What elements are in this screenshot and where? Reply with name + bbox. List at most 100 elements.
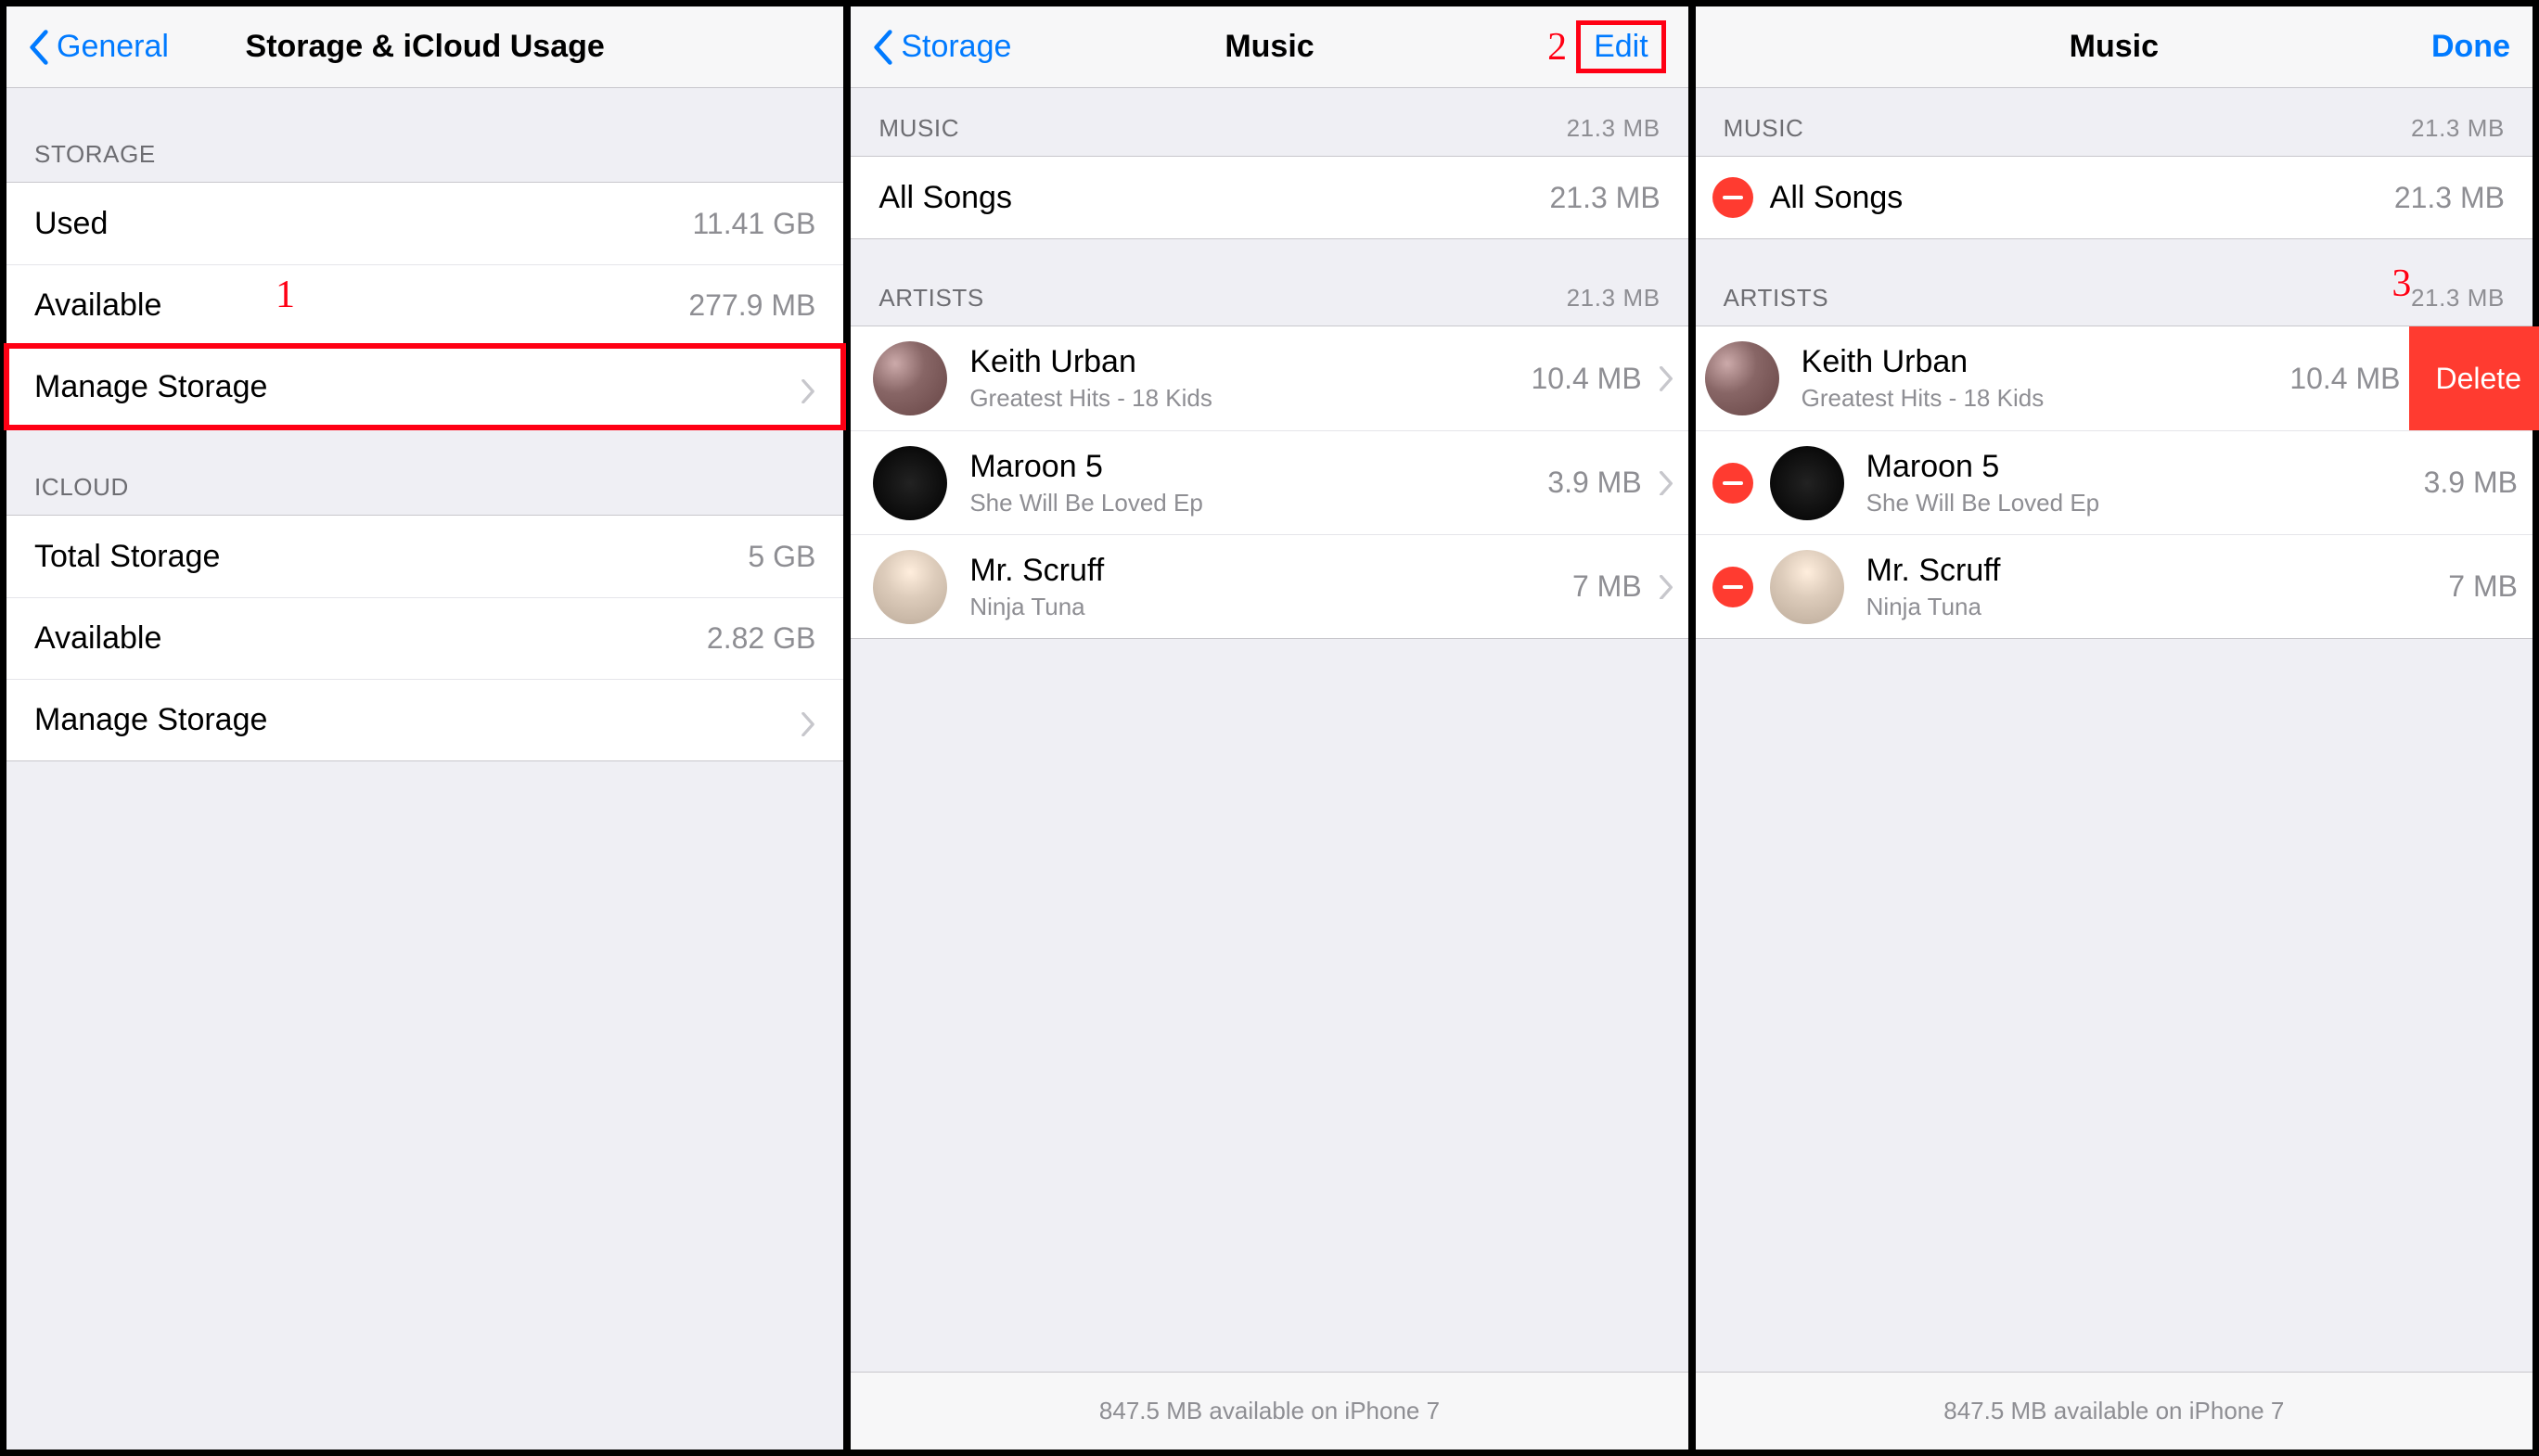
section-header-music: MUSIC 21.3 MB <box>1696 88 2533 156</box>
artist-album: Greatest Hits - 18 Kids <box>1802 384 2290 413</box>
artist-row[interactable]: Maroon 5 She Will Be Loved Ep 3.9 MB <box>851 430 1687 534</box>
artist-row[interactable]: Mr. Scruff Ninja Tuna 7 MB <box>851 534 1687 638</box>
row-manage-storage[interactable]: Manage Storage <box>6 346 843 428</box>
footer-storage-available: 847.5 MB available on iPhone 7 <box>851 1372 1687 1450</box>
annotation-1: 1 <box>276 273 295 317</box>
artist-size: 10.4 MB <box>2289 362 2400 396</box>
group-all-songs: All Songs 21.3 MB <box>851 156 1687 239</box>
chevron-right-icon <box>1659 366 1673 390</box>
annotation-2: 2 <box>1547 25 1567 70</box>
artist-text: Mr. Scruff Ninja Tuna <box>969 553 1572 621</box>
nav-title: Storage & iCloud Usage <box>246 29 605 65</box>
artist-avatar <box>1770 550 1844 624</box>
artist-album: Ninja Tuna <box>1866 593 2449 621</box>
row-icloud-manage[interactable]: Manage Storage <box>6 679 843 760</box>
artist-avatar <box>1705 341 1779 415</box>
group-artists-edit: Keith Urban Greatest Hits - 18 Kids 10.4… <box>1696 326 2533 639</box>
edit-label: Edit <box>1594 29 1648 64</box>
artist-name: Mr. Scruff <box>1866 553 2449 589</box>
artist-text: Keith Urban Greatest Hits - 18 Kids <box>1802 344 2290 413</box>
artist-text: Maroon 5 She Will Be Loved Ep <box>1866 449 2424 517</box>
row-label: Available <box>34 620 707 657</box>
delete-minus-icon[interactable] <box>1712 567 1753 607</box>
row-all-songs-edit[interactable]: All Songs 21.3 MB <box>1696 157 2533 238</box>
back-label: Storage <box>901 29 1011 65</box>
chevron-right-icon <box>801 709 815 733</box>
group-icloud: Total Storage 5 GB Available 2.82 GB Man… <box>6 515 843 761</box>
row-label: All Songs <box>1770 180 2394 216</box>
artist-row-swiped[interactable]: Keith Urban Greatest Hits - 18 Kids 10.4… <box>1696 326 2533 430</box>
row-available: Available 277.9 MB 1 <box>6 264 843 346</box>
artist-row-edit[interactable]: Mr. Scruff Ninja Tuna 7 MB <box>1696 534 2533 638</box>
row-all-songs[interactable]: All Songs 21.3 MB <box>851 157 1687 238</box>
artist-text: Mr. Scruff Ninja Tuna <box>1866 553 2449 621</box>
section-header-artists: ARTISTS 21.3 MB <box>851 239 1687 326</box>
row-value: 2.82 GB <box>707 621 815 656</box>
row-label: Manage Storage <box>34 369 784 405</box>
artist-avatar <box>873 550 947 624</box>
artist-size: 7 MB <box>1572 569 1642 604</box>
artist-name: Keith Urban <box>1802 344 2290 380</box>
artist-album: Greatest Hits - 18 Kids <box>969 384 1531 413</box>
empty-space <box>851 639 1687 1372</box>
artist-avatar <box>873 341 947 415</box>
section-header-icloud: ICLOUD <box>6 428 843 515</box>
section-header-label: ARTISTS <box>1724 284 1829 313</box>
row-label: Available <box>34 287 688 324</box>
chevron-right-icon <box>1659 471 1673 495</box>
group-all-songs: All Songs 21.3 MB <box>1696 156 2533 239</box>
section-header-size: 21.3 MB <box>1567 284 1661 313</box>
artist-size: 7 MB <box>2448 569 2518 604</box>
nav-title: Music <box>1225 29 1314 65</box>
row-label: All Songs <box>878 180 1549 216</box>
done-label: Done <box>2431 29 2510 65</box>
edit-button[interactable]: Edit <box>1576 20 1666 73</box>
footer-storage-available: 847.5 MB available on iPhone 7 <box>1696 1372 2533 1450</box>
row-used: Used 11.41 GB <box>6 183 843 264</box>
section-header-label: MUSIC <box>878 114 959 143</box>
artist-name: Keith Urban <box>969 344 1531 380</box>
row-icloud-available: Available 2.82 GB <box>6 597 843 679</box>
navbar: General Storage & iCloud Usage <box>6 6 843 88</box>
section-header-size: 21.3 MB <box>2411 284 2505 313</box>
section-header-artists: ARTISTS 21.3 MB 3 <box>1696 239 2533 326</box>
section-header-size: 21.3 MB <box>2411 114 2505 143</box>
row-value: 21.3 MB <box>1549 181 1660 215</box>
artist-text: Keith Urban Greatest Hits - 18 Kids <box>969 344 1531 413</box>
delete-minus-icon[interactable] <box>1712 463 1753 504</box>
delete-minus-icon[interactable] <box>1712 177 1753 218</box>
panel-storage-usage: General Storage & iCloud Usage STORAGE U… <box>6 6 844 1450</box>
back-button[interactable]: General <box>29 29 169 65</box>
row-label: Total Storage <box>34 539 748 575</box>
artist-text: Maroon 5 She Will Be Loved Ep <box>969 449 1547 517</box>
empty-space <box>1696 639 2533 1372</box>
artist-album: Ninja Tuna <box>969 593 1572 621</box>
delete-button[interactable]: Delete <box>2409 326 2539 430</box>
artist-size: 3.9 MB <box>2424 466 2518 500</box>
back-button[interactable]: Storage <box>873 29 1011 65</box>
done-button[interactable]: Done <box>2431 29 2510 65</box>
panel-music-view: Storage Music 2 Edit MUSIC 21.3 MB All S… <box>850 6 1688 1450</box>
three-panel-tutorial: General Storage & iCloud Usage STORAGE U… <box>0 0 2539 1456</box>
panel-music-edit: Music Done MUSIC 21.3 MB All Songs 21.3 … <box>1695 6 2533 1450</box>
section-header-size: 21.3 MB <box>1567 114 1661 143</box>
section-header-label: ICLOUD <box>34 473 129 502</box>
group-artists: Keith Urban Greatest Hits - 18 Kids 10.4… <box>851 326 1687 639</box>
artist-row[interactable]: Keith Urban Greatest Hits - 18 Kids 10.4… <box>851 326 1687 430</box>
empty-space <box>6 761 843 1450</box>
artist-size: 3.9 MB <box>1547 466 1641 500</box>
artist-avatar <box>873 446 947 520</box>
artist-avatar <box>1770 446 1844 520</box>
artist-row-edit[interactable]: Maroon 5 She Will Be Loved Ep 3.9 MB <box>1696 430 2533 534</box>
delete-label: Delete <box>2435 362 2521 396</box>
section-header-music: MUSIC 21.3 MB <box>851 88 1687 156</box>
chevron-right-icon <box>1659 575 1673 599</box>
nav-title: Music <box>2070 29 2159 65</box>
back-label: General <box>57 29 169 65</box>
artist-name: Mr. Scruff <box>969 553 1572 589</box>
chevron-left-icon <box>29 30 49 65</box>
annotation-3: 3 <box>2392 262 2412 306</box>
row-total-storage: Total Storage 5 GB <box>6 516 843 597</box>
row-value: 11.41 GB <box>693 207 816 241</box>
section-header-label: STORAGE <box>34 140 156 169</box>
